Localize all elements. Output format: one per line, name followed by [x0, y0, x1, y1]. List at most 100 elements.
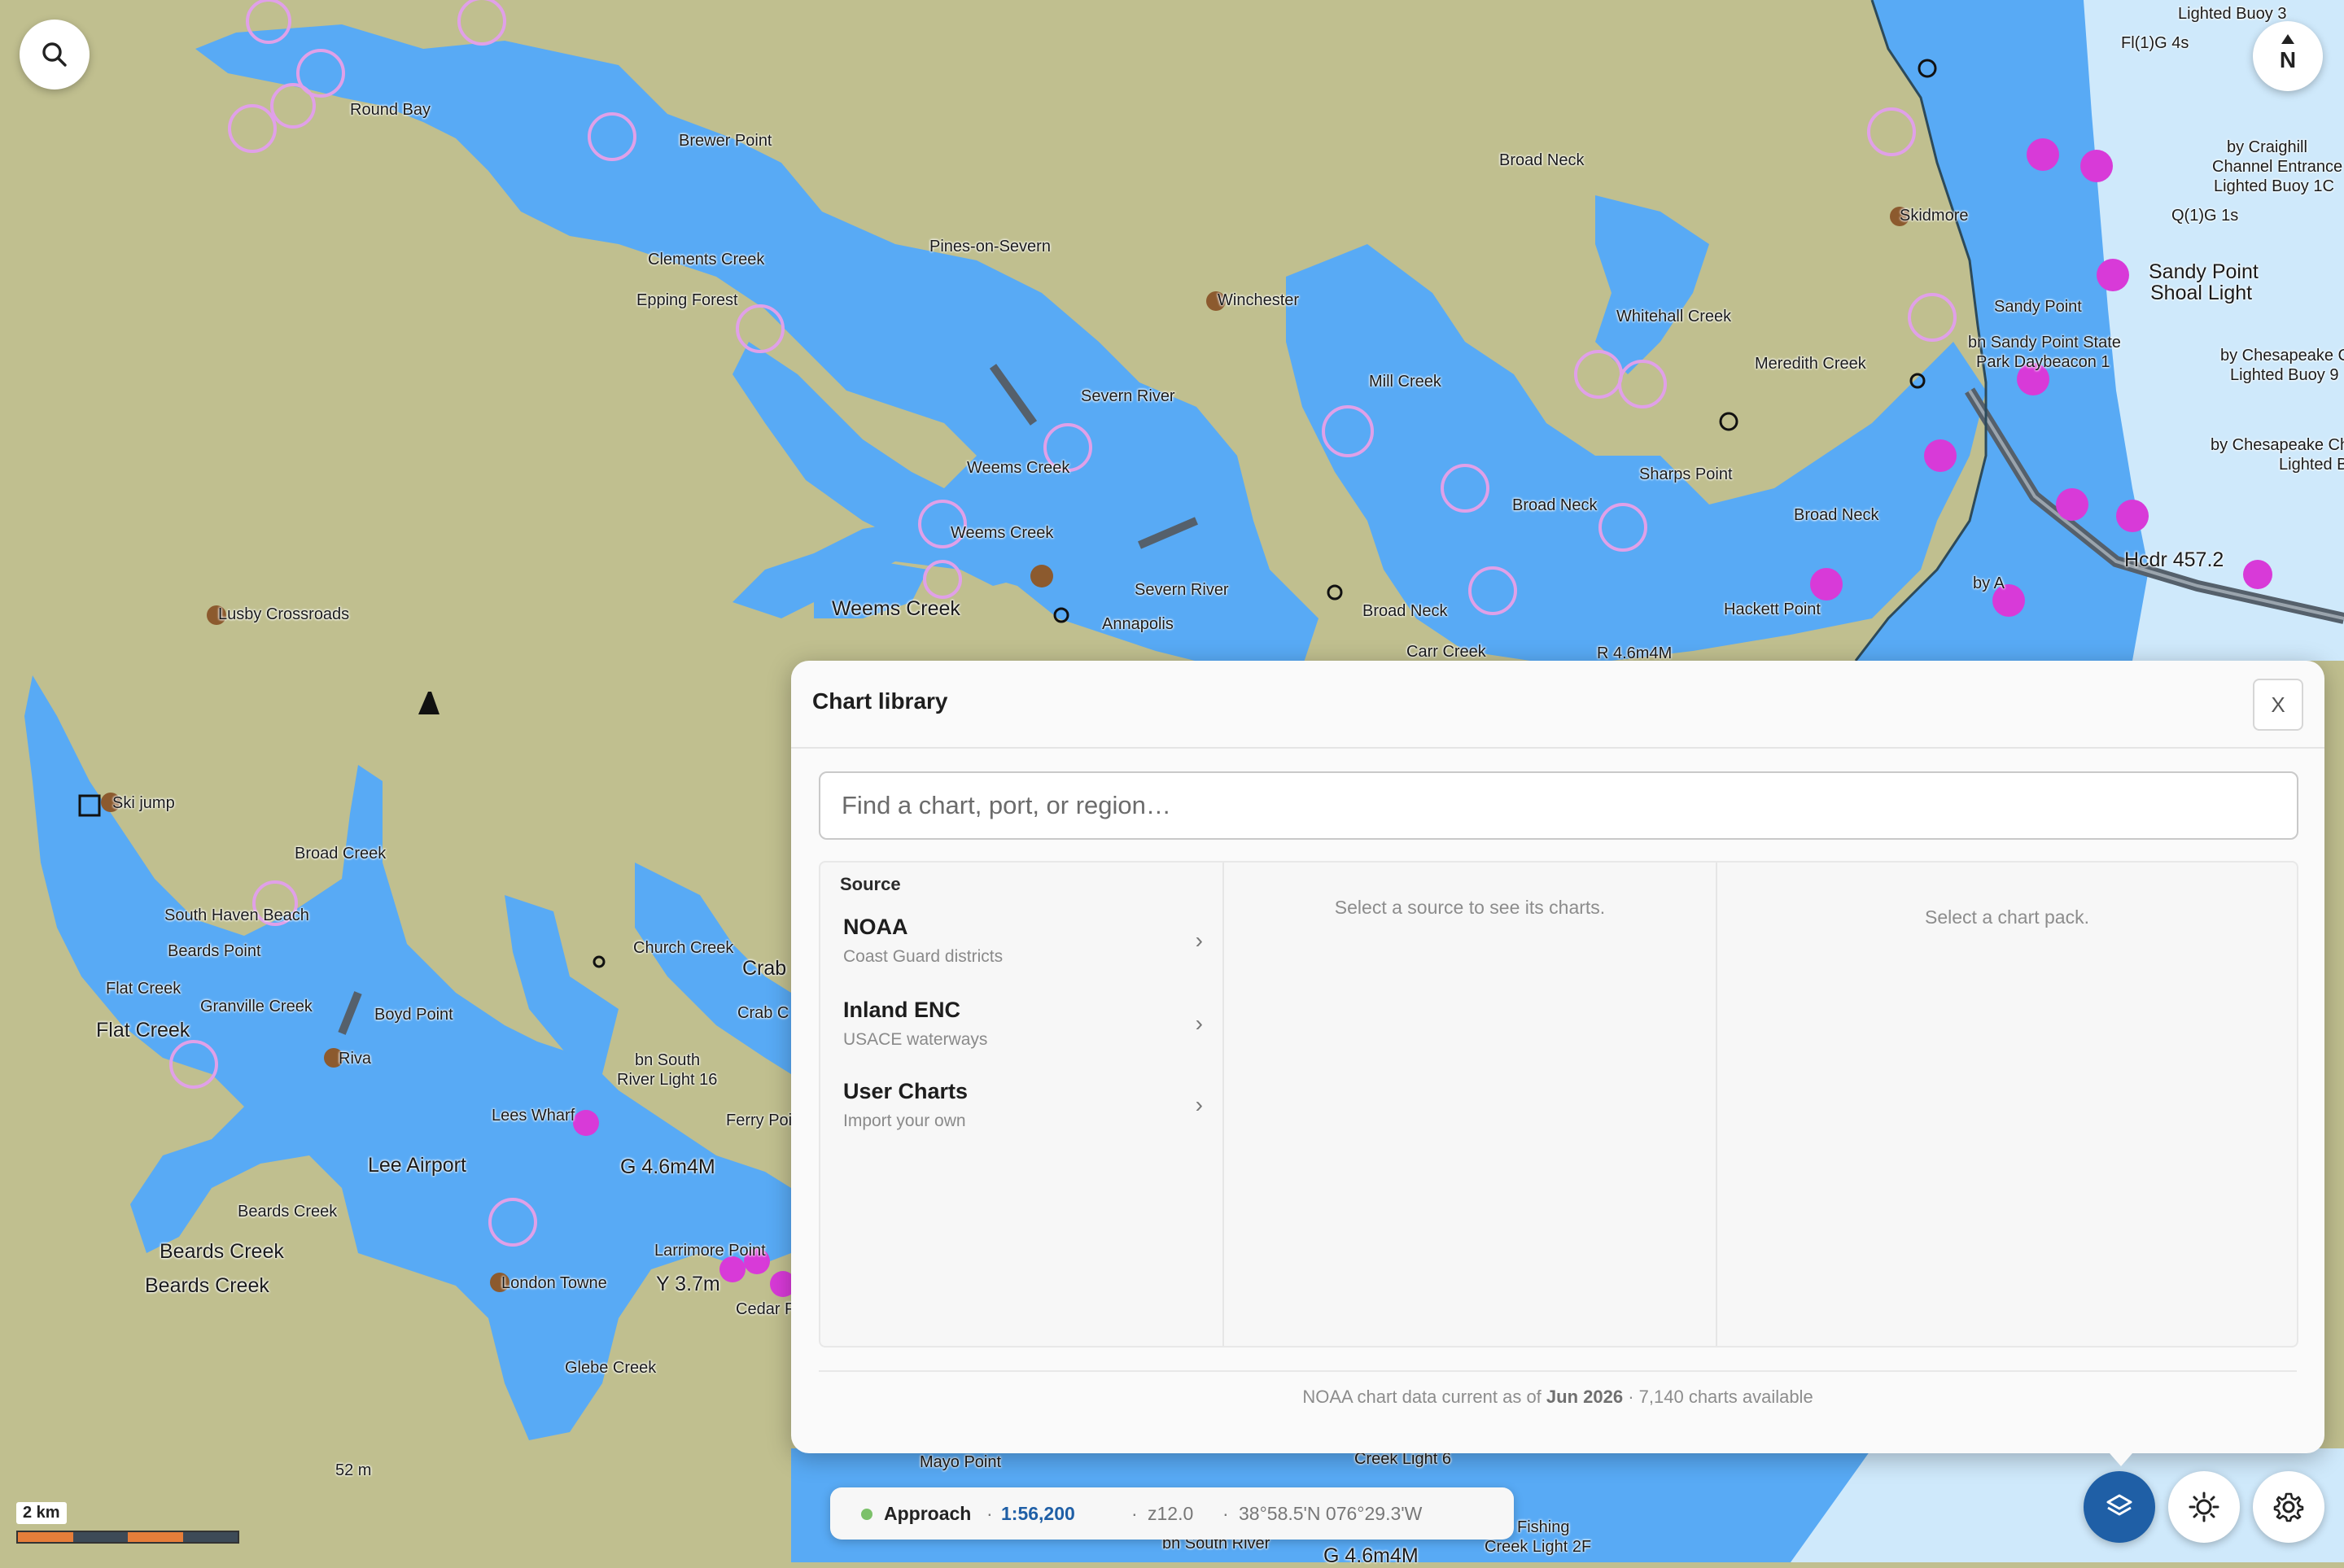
layers-icon: [2106, 1494, 2132, 1516]
map-label: Shoal Light: [2150, 282, 2253, 304]
brightness-button[interactable]: [2168, 1471, 2240, 1543]
map-label: Glebe Creek: [565, 1359, 657, 1377]
close-button[interactable]: X: [2253, 679, 2303, 731]
map-label: Epping Forest: [636, 291, 738, 309]
scale-label: 2 km: [16, 1502, 67, 1524]
map-label: Weems Creek: [951, 524, 1054, 542]
map-label: Fishing: [1517, 1518, 1570, 1536]
cursor-position: 38°58.5'N 076°29.3'W: [1239, 1503, 1423, 1524]
map-label: Clements Creek: [648, 251, 765, 269]
map-label: Beards Creek: [160, 1240, 284, 1263]
map-label: Carr Creek: [1406, 643, 1486, 661]
source-subtitle: Coast Guard districts: [843, 947, 1004, 966]
map-label: Channel Entrance: [2212, 158, 2343, 176]
map-label: Weems Creek: [967, 459, 1070, 477]
footer-date: Jun 2026: [1546, 1387, 1624, 1407]
map-label: Skidmore: [1900, 207, 1969, 225]
compass-button[interactable]: N: [2253, 21, 2323, 91]
source-item-user-charts[interactable]: User Charts Import your own ›: [820, 1071, 1222, 1144]
scale-bar: 2 km: [16, 1502, 239, 1544]
map-label: Annapolis: [1102, 615, 1174, 633]
map-label: by Chesapeake Cha: [2220, 347, 2344, 365]
layers-button[interactable]: [2084, 1471, 2155, 1543]
map-label: London Towne: [501, 1274, 607, 1292]
map-label: G 4.6m4M: [620, 1155, 715, 1178]
panel-pointer: [2110, 1453, 2132, 1466]
map-label: Beards Creek: [238, 1203, 338, 1221]
source-item-inland-enc[interactable]: Inland ENC USACE waterways ›: [820, 989, 1222, 1063]
compass-north-label: N: [2279, 47, 2297, 72]
map-label: Lusby Crossroads: [218, 605, 350, 623]
map-label: Lighted Buoy 9: [2230, 366, 2339, 384]
panel-header: Chart library X: [791, 661, 2324, 749]
map-label: South Haven Beach: [164, 906, 309, 924]
footer-suffix: · 7,140 charts available: [1628, 1387, 1813, 1407]
map-label: Sharps Point: [1639, 465, 1733, 483]
source-name: User Charts: [843, 1079, 969, 1103]
map-label: Larrimore Point: [654, 1242, 766, 1260]
gear-icon: [2273, 1492, 2304, 1522]
settings-button[interactable]: [2253, 1471, 2324, 1543]
map-label: Whitehall Creek: [1616, 308, 1732, 325]
charts-empty-message: Select a source to see its charts.: [1334, 897, 1606, 918]
chart-library-panel: Chart library X Source NOAA Coast Guard …: [791, 661, 2324, 1453]
sun-icon: [2189, 1492, 2219, 1522]
chevron-right-icon: ›: [1195, 1011, 1203, 1036]
map-label: Crab: [742, 957, 787, 980]
panel-title: Chart library: [812, 688, 948, 714]
map-label: G 4.6m4M: [1323, 1544, 1419, 1567]
map-label: Granville Creek: [200, 998, 313, 1015]
map-label: Mayo Point: [920, 1453, 1002, 1471]
separator: ·: [1131, 1503, 1138, 1524]
map-label: Weems Creek: [832, 597, 960, 620]
map-label: bn Sandy Point State: [1968, 334, 2121, 352]
chart-search-input[interactable]: [819, 771, 2298, 840]
search-button[interactable]: [20, 20, 90, 90]
source-subtitle: Import your own: [843, 1112, 966, 1130]
map-label: Cedar P: [736, 1300, 796, 1318]
map-label: by Craighill: [2227, 138, 2307, 156]
map-label: Fl(1)G 4s: [2121, 34, 2189, 52]
source-name: NOAA: [843, 915, 908, 939]
scale-ruler: [16, 1531, 239, 1544]
packs-empty-message: Select a chart pack.: [1925, 906, 2089, 928]
search-icon: [42, 42, 67, 67]
map-label: Broad Neck: [1794, 506, 1879, 524]
map-label: Hackett Point: [1724, 601, 1821, 618]
map-label: Broad Neck: [1499, 151, 1585, 169]
mode-indicator-dot: [861, 1509, 872, 1520]
map-label: Winchester: [1218, 291, 1300, 309]
map-label: Boyd Point: [374, 1006, 453, 1024]
map-label: Round Bay: [350, 101, 431, 119]
separator: ·: [1222, 1503, 1229, 1524]
map-label: Crab C: [737, 1004, 789, 1022]
map-label: Ferry Poi: [726, 1112, 793, 1129]
separator: ·: [986, 1503, 993, 1524]
map-label: Lighted Buoy 3: [2178, 5, 2287, 23]
map-label: Brewer Point: [679, 132, 772, 150]
map-label: Riva: [339, 1050, 372, 1068]
chart-packs-column: Select a chart pack.: [1717, 863, 2297, 1346]
map-label: Y 3.7m: [656, 1273, 720, 1295]
map-label: Beards Point: [168, 942, 261, 960]
map-label: Broad Neck: [1512, 496, 1598, 514]
map-label: by Chesapeake Ch: [2211, 436, 2344, 454]
map-label: Broad Creek: [295, 845, 387, 863]
chevron-right-icon: ›: [1195, 928, 1203, 953]
map-label: Sandy Point: [2149, 260, 2259, 283]
mode-label: Approach: [884, 1503, 972, 1524]
map-label: Severn River: [1081, 387, 1175, 405]
source-item-noaa[interactable]: NOAA Coast Guard districts ›: [820, 906, 1222, 980]
map-label: bn South: [635, 1051, 701, 1069]
map-label: Q(1)G 1s: [2171, 207, 2239, 225]
scale-ratio: 1:56,200: [1001, 1503, 1075, 1524]
map-label: Lighted Buoy 1C: [2214, 177, 2334, 195]
map-label: Lighted Buoy: [2279, 456, 2344, 474]
source-column: Source NOAA Coast Guard districts › Inla…: [820, 863, 1224, 1346]
map-label: Flat Creek: [106, 980, 181, 998]
map-label: River Light 16: [617, 1071, 718, 1089]
map-label: Lee Airport: [368, 1154, 466, 1177]
map-label: Ski jump: [112, 794, 175, 812]
map-label: Church Creek: [633, 939, 734, 957]
map-label: Severn River: [1135, 581, 1229, 599]
